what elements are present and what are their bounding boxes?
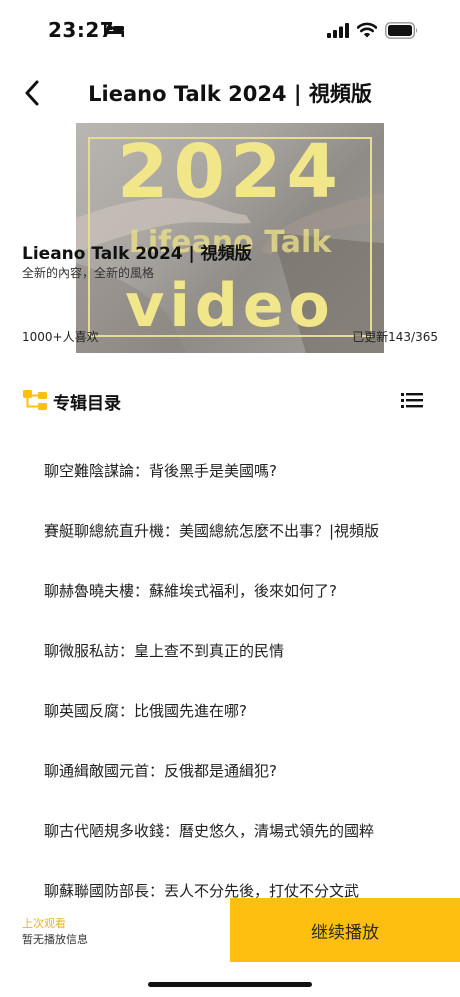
cellular-signal-icon	[327, 23, 349, 38]
list-icon[interactable]	[401, 390, 423, 410]
album-cover: 2024 Lifeano Talk video	[76, 123, 384, 353]
update-count: 已更新143/365	[352, 330, 438, 344]
continue-play-button[interactable]: 继续播放	[230, 898, 460, 962]
last-watched-label: 上次观看	[22, 917, 66, 930]
cover-video-text: video	[125, 271, 335, 341]
cover-year-text: 2024	[117, 129, 343, 215]
bottom-bar: 上次观看 暂无播放信息 继续播放	[0, 898, 460, 962]
status-bar: 23:27	[0, 0, 460, 60]
episode-item[interactable]: 聊通緝敵國元首：反俄都是通緝犯?	[0, 740, 460, 800]
episode-list: 聊空難陰謀論：背後黑手是美國嗎? 賽艇聊總統直升機：美國總統怎麼不出事？|視頻版…	[0, 440, 460, 920]
chevron-left-icon	[25, 80, 39, 106]
tree-structure-icon	[23, 390, 47, 410]
episode-item[interactable]: 賽艇聊總統直升機：美國總統怎麼不出事？|視頻版	[0, 500, 460, 560]
album-subtitle: 全新的內容，全新的風格	[22, 266, 155, 280]
page-title: Lieano Talk 2024 | 視頻版	[88, 82, 372, 106]
catalog-title: 专辑目录	[53, 394, 121, 414]
bed-icon	[104, 24, 124, 37]
back-button[interactable]	[18, 76, 46, 110]
home-indicator[interactable]	[148, 982, 312, 987]
album-title: Lieano Talk 2024 | 視頻版	[22, 244, 252, 264]
episode-item[interactable]: 聊微服私訪：皇上查不到真正的民情	[0, 620, 460, 680]
wifi-icon	[357, 22, 377, 38]
episode-item[interactable]: 聊古代陋規多收錢：曆史悠久，清場式領先的國粹	[0, 800, 460, 860]
episode-item[interactable]: 聊赫魯曉夫樓：蘇維埃式福利，後來如何了?	[0, 560, 460, 620]
likes-count: 1000+人喜欢	[22, 330, 99, 344]
last-watched-info: 暂无播放信息	[22, 933, 88, 946]
episode-item[interactable]: 聊空難陰謀論：背後黑手是美國嗎?	[0, 440, 460, 500]
battery-icon	[385, 22, 418, 39]
episode-item[interactable]: 聊英國反腐：比俄國先進在哪?	[0, 680, 460, 740]
